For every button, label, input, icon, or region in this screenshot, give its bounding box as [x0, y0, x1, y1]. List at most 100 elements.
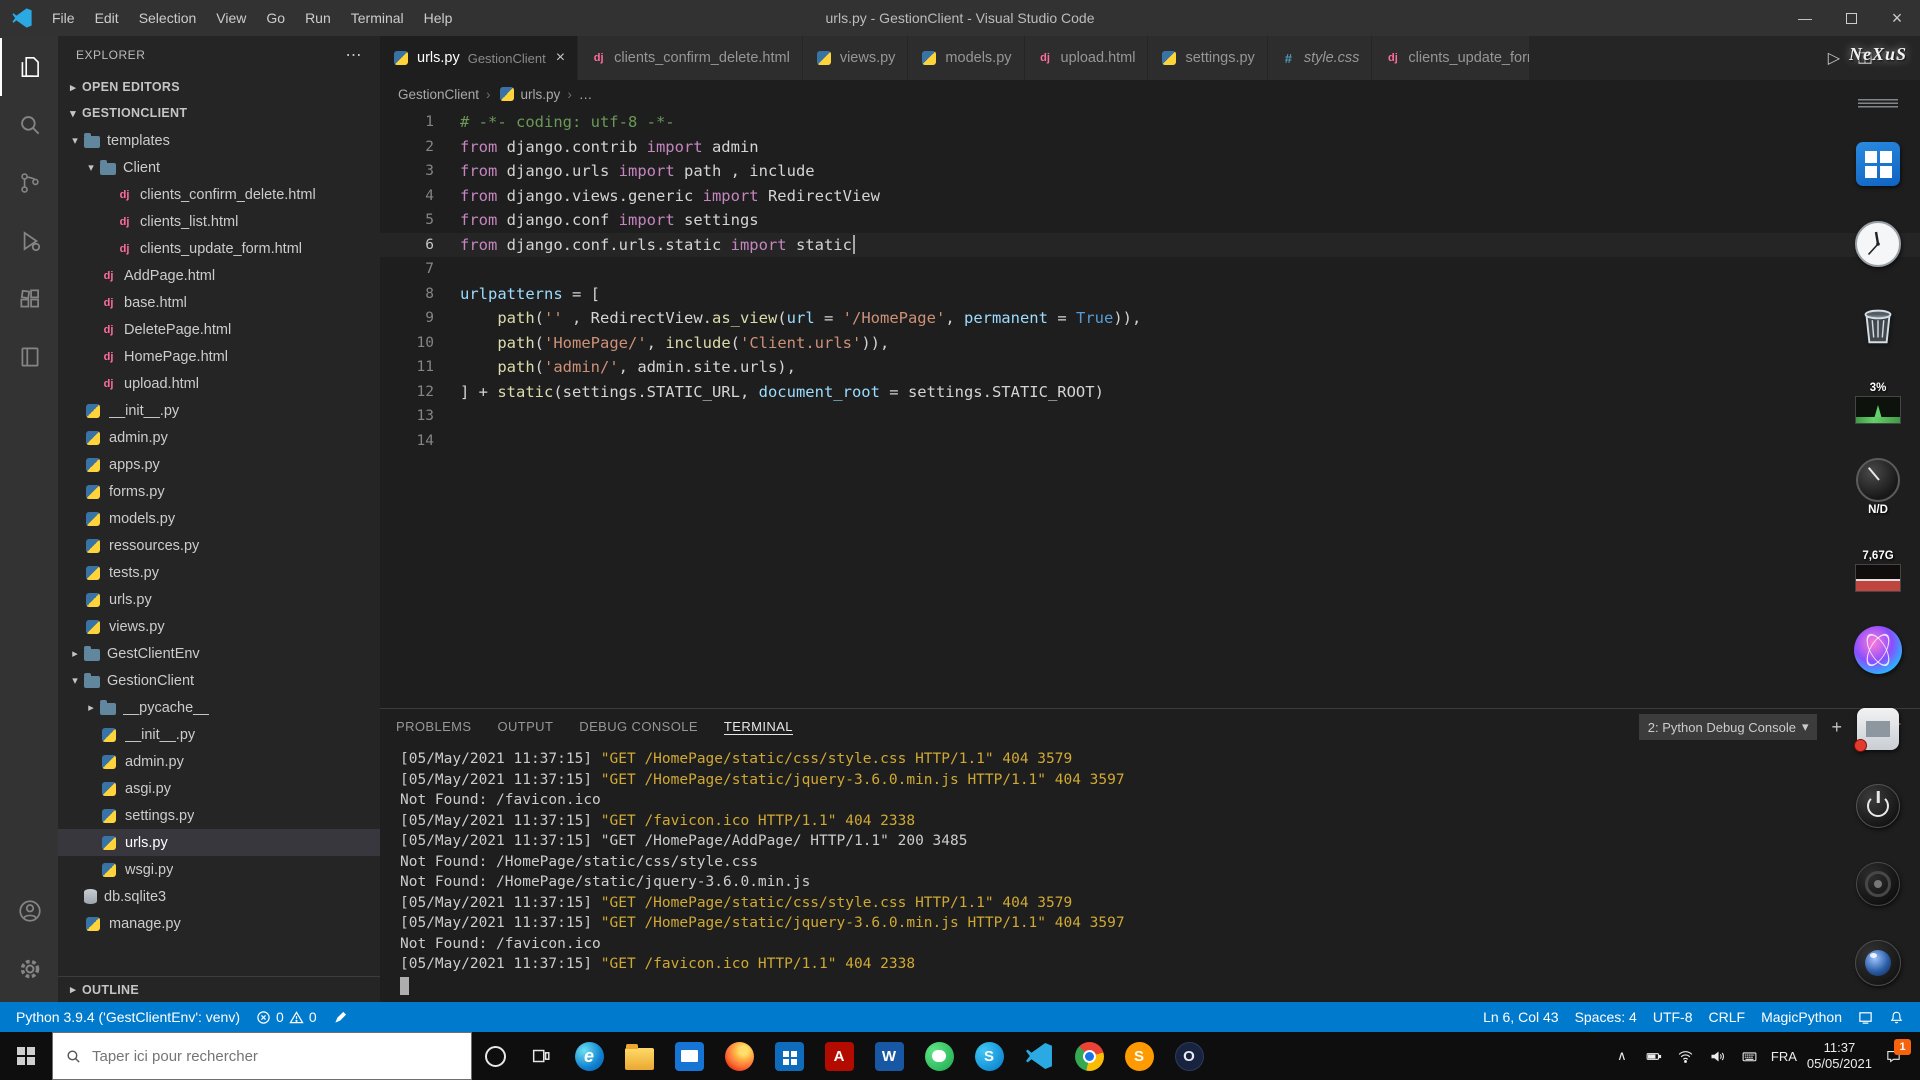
tree-file-homepage-html[interactable]: dj HomePage.html [58, 343, 380, 370]
windows-tile-icon[interactable] [1856, 142, 1900, 186]
tree-file-apps-py[interactable]: apps.py [58, 451, 380, 478]
tree-file-urls-py[interactable]: urls.py [58, 829, 380, 856]
network-icon[interactable] [1671, 1032, 1701, 1080]
tab-clients-update-form-html[interactable]: djclients_update_form.html [1372, 36, 1531, 80]
word-icon[interactable]: W [874, 1041, 904, 1071]
tab-style-css[interactable]: # style.css [1267, 36, 1373, 80]
task-view-icon[interactable] [518, 1032, 564, 1080]
language-indicator[interactable]: FRA [1767, 1032, 1801, 1080]
tree-file-deletepage-html[interactable]: dj DeletePage.html [58, 316, 380, 343]
extensions-icon[interactable] [0, 270, 58, 328]
battery-icon[interactable] [1639, 1032, 1669, 1080]
breadcrumb-symbol[interactable]: … [579, 87, 593, 102]
tree-file-models-py[interactable]: models.py [58, 505, 380, 532]
tree-file-settings-py[interactable]: settings.py [58, 802, 380, 829]
file-explorer-icon[interactable] [624, 1044, 654, 1070]
tree-file-clients-list-html[interactable]: dj clients_list.html [58, 208, 380, 235]
atom-icon[interactable] [1854, 626, 1902, 674]
taskbar-search[interactable] [52, 1032, 472, 1080]
menu-edit[interactable]: Edit [85, 10, 129, 26]
mail-icon[interactable] [674, 1041, 704, 1071]
tree-folder-templates[interactable]: ▾ templates [58, 127, 380, 154]
whatsapp-icon[interactable] [924, 1041, 954, 1071]
tree-folder-gestclientenv[interactable]: ▸ GestClientEnv [58, 640, 380, 667]
terminal-selector[interactable]: 2: Python Debug Console ▾ [1638, 714, 1818, 740]
skype-icon[interactable]: S [974, 1041, 1004, 1071]
code-editor[interactable]: 1 # -*- coding: utf-8 -*- 2 from django.con… [380, 108, 1920, 708]
speaker-icon[interactable] [1856, 862, 1900, 906]
tree-file-clients-update-form-html[interactable]: dj clients_update_form.html [58, 235, 380, 262]
menu-selection[interactable]: Selection [129, 10, 207, 26]
menu-file[interactable]: File [42, 10, 85, 26]
dock-grip-icon[interactable] [1858, 99, 1898, 108]
ram-meter[interactable]: 7,67G [1855, 550, 1901, 592]
tab-models-py[interactable]: models.py [908, 36, 1025, 80]
sublime-icon[interactable]: S [1124, 1041, 1154, 1071]
project-section-header[interactable]: ▾ GESTIONCLIENT [58, 100, 380, 126]
close-tab-icon[interactable]: × [556, 49, 565, 67]
panel-tab-terminal[interactable]: TERMINAL [723, 719, 793, 735]
clock-widget[interactable] [1854, 220, 1902, 268]
open-editors-section[interactable]: ▸ OPEN EDITORS [58, 74, 380, 100]
run-debug-icon[interactable] [0, 212, 58, 270]
tree-file-wsgi-py[interactable]: wsgi.py [58, 856, 380, 883]
screencast-icon[interactable] [1850, 1002, 1881, 1032]
bell-icon[interactable] [1881, 1002, 1912, 1032]
tree-file-admin-py[interactable]: admin.py [58, 424, 380, 451]
tab-clients-confirm-delete-html[interactable]: dj clients_confirm_delete.html [578, 36, 803, 80]
tree-file-forms-py[interactable]: forms.py [58, 478, 380, 505]
panel-tab-debug-console[interactable]: DEBUG CONSOLE [579, 719, 698, 734]
menu-help[interactable]: Help [414, 10, 463, 26]
chevron-down-icon[interactable]: ▾ [82, 161, 100, 174]
restore-button[interactable] [1828, 0, 1874, 36]
rocket-icon[interactable] [325, 1002, 356, 1032]
volume-icon[interactable] [1703, 1032, 1733, 1080]
minimize-button[interactable]: — [1782, 0, 1828, 36]
gauge-widget[interactable]: N/D [1856, 458, 1900, 516]
panel-tab-problems[interactable]: PROBLEMS [396, 719, 471, 734]
tab-views-py[interactable]: views.py [802, 36, 909, 80]
panel-tab-output[interactable]: OUTPUT [497, 719, 553, 734]
language-mode[interactable]: MagicPython [1753, 1002, 1850, 1032]
notifications-icon[interactable]: 1 [1878, 1032, 1911, 1080]
chevron-right-icon[interactable]: ▸ [66, 647, 84, 660]
nexus-logo[interactable]: NeXuS [1849, 44, 1907, 65]
indentation[interactable]: Spaces: 4 [1567, 1002, 1645, 1032]
chevron-right-icon[interactable]: ▸ [82, 701, 100, 714]
menu-run[interactable]: Run [295, 10, 341, 26]
tree-file-ressources-py[interactable]: ressources.py [58, 532, 380, 559]
tree-folder-pycache[interactable]: ▸ __pycache__ [58, 694, 380, 721]
outline-section[interactable]: ▸ OUTLINE [58, 976, 380, 1002]
settings-gear-icon[interactable] [0, 940, 58, 998]
tree-file-clients-confirm-delete-html[interactable]: dj clients_confirm_delete.html [58, 181, 380, 208]
opera-icon[interactable]: O [1174, 1041, 1204, 1071]
explorer-icon[interactable] [0, 38, 58, 96]
problems-indicator[interactable]: 0 0 [248, 1002, 325, 1032]
breadcrumb-file[interactable]: urls.py [521, 87, 561, 102]
encoding[interactable]: UTF-8 [1645, 1002, 1701, 1032]
chevron-down-icon[interactable]: ▾ [66, 134, 84, 147]
menu-go[interactable]: Go [256, 10, 295, 26]
tree-file-urls-py[interactable]: urls.py [58, 586, 380, 613]
acrobat-icon[interactable]: A [824, 1041, 854, 1071]
tree-file-init-py[interactable]: __init__.py [58, 397, 380, 424]
tab-upload-html[interactable]: dj upload.html [1024, 36, 1149, 80]
recycle-bin-icon[interactable] [1855, 302, 1901, 348]
chevron-down-icon[interactable]: ▾ [66, 674, 84, 687]
run-python-file-icon[interactable]: ▷ [1828, 48, 1840, 68]
firefox-icon[interactable] [724, 1041, 754, 1071]
tree-file-asgi-py[interactable]: asgi.py [58, 775, 380, 802]
tree-file-init-py[interactable]: __init__.py [58, 721, 380, 748]
terminal-output[interactable]: [05/May/2021 11:37:15] "GET /HomePage/st… [380, 745, 1920, 1002]
mail-app-icon[interactable] [1854, 708, 1899, 752]
edge-icon[interactable]: e [574, 1041, 604, 1071]
tree-file-tests-py[interactable]: tests.py [58, 559, 380, 586]
more-actions-icon[interactable]: ⋯ [346, 45, 363, 65]
tree-folder-client[interactable]: ▾ Client [58, 154, 380, 181]
menu-terminal[interactable]: Terminal [341, 10, 414, 26]
taskbar-clock[interactable]: 11:37 05/05/2021 [1803, 1032, 1876, 1080]
tab-settings-py[interactable]: settings.py [1148, 36, 1268, 80]
cortana-icon[interactable] [472, 1032, 518, 1080]
touch-keyboard-icon[interactable] [1735, 1032, 1765, 1080]
cpu-meter[interactable]: 3% [1855, 382, 1901, 424]
